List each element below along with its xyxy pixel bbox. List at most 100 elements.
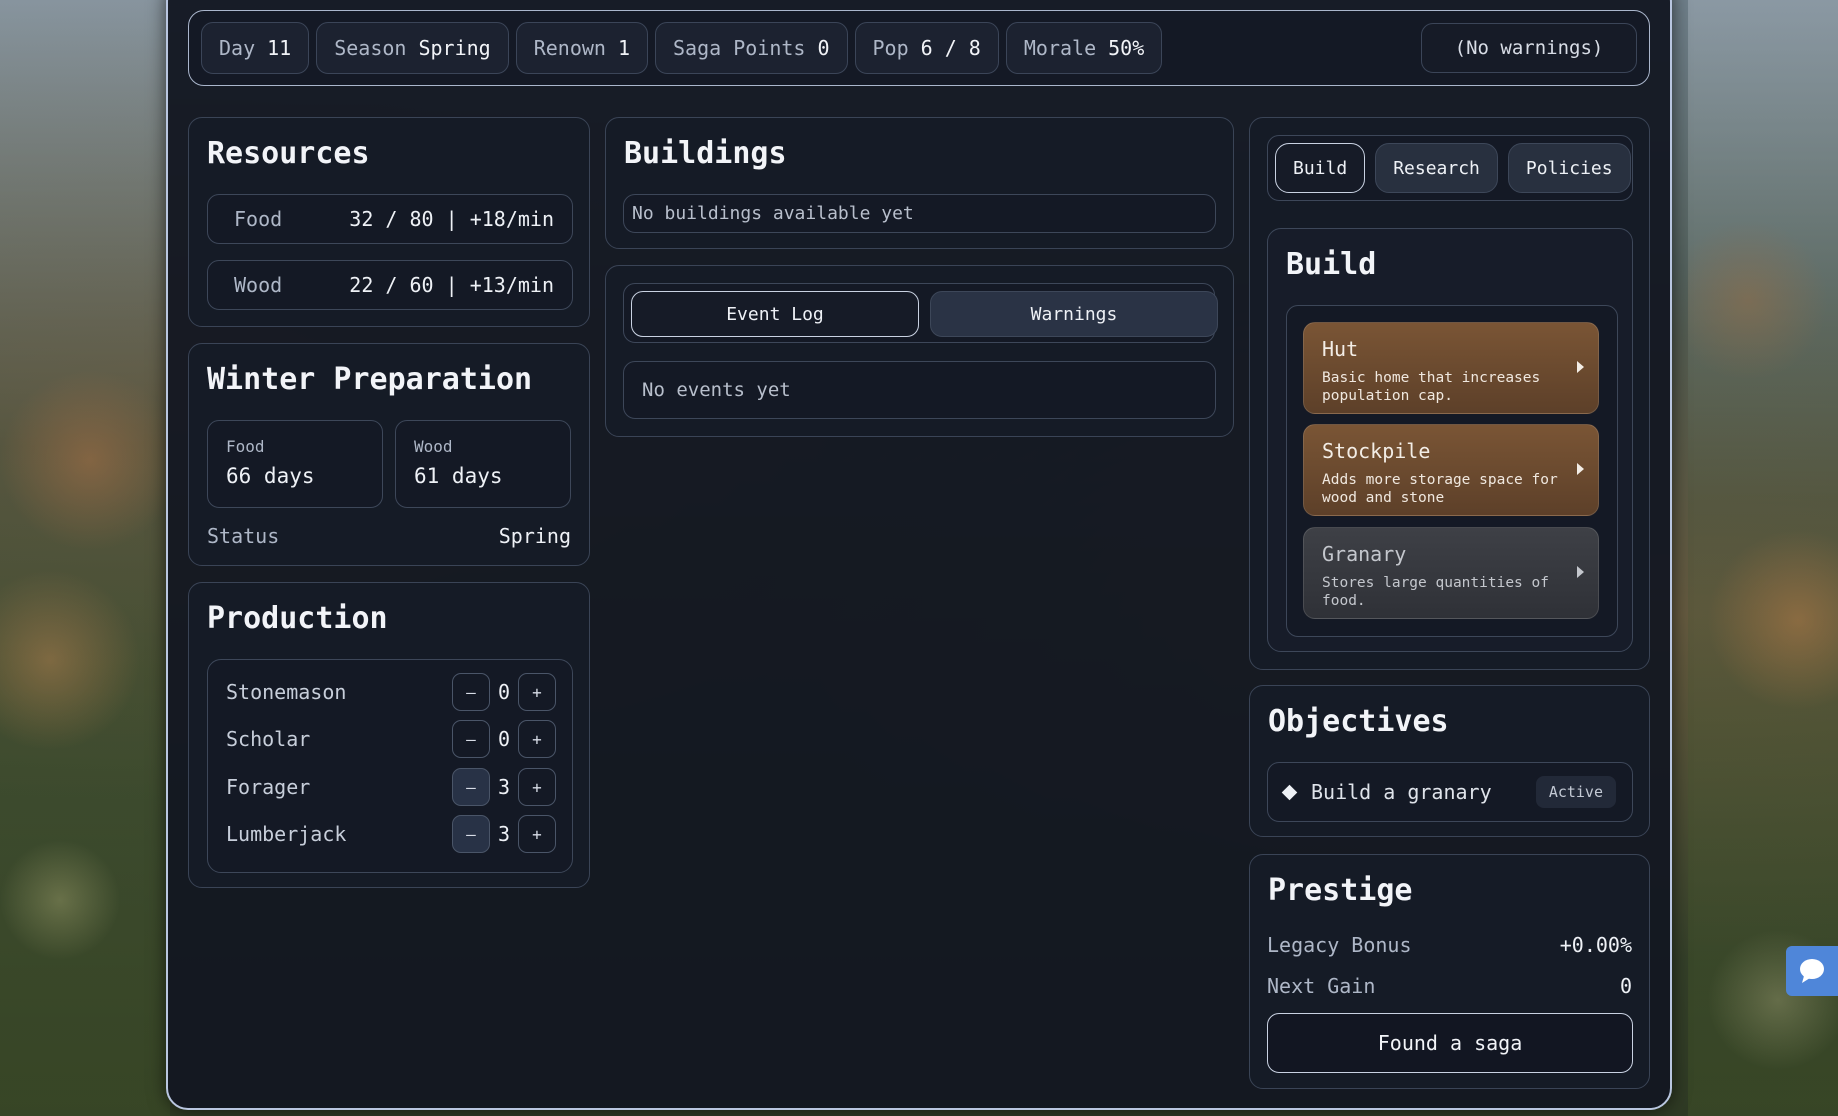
build-item-hut[interactable]: Hut Basic home that increases population…: [1303, 322, 1599, 414]
buildings-panel: Buildings No buildings available yet: [605, 117, 1234, 249]
log-tab-bar: Event Log Warnings: [623, 283, 1218, 343]
stat-value: 6 / 8: [920, 36, 981, 60]
warnings-indicator[interactable]: (No warnings): [1421, 23, 1637, 73]
worker-label: Lumberjack: [226, 822, 347, 846]
tab-event-log[interactable]: Event Log: [631, 291, 919, 337]
resource-value: 32 / 80 | +18/min: [349, 207, 554, 231]
next-gain-label: Next Gain: [1267, 974, 1376, 998]
build-item-description: Stores large quantities of food.: [1322, 575, 1549, 609]
build-item-granary[interactable]: Granary Stores large quantities of food.: [1303, 527, 1599, 619]
prestige-panel: Prestige Legacy Bonus +0.00% Next Gain 0…: [1249, 854, 1650, 1089]
decrement-button[interactable]: –: [452, 815, 490, 853]
objective-item: Build a granary Active: [1267, 762, 1633, 822]
resource-label: Wood: [234, 273, 283, 297]
worker-count: 0: [497, 727, 511, 751]
event-log-empty-message: No events yet: [623, 361, 1216, 419]
winter-card-wood: Wood 61 days: [395, 420, 571, 508]
panel-title: Production: [207, 601, 388, 636]
objective-label: Build a granary: [1311, 780, 1492, 804]
stat-value: Spring: [418, 36, 491, 60]
resource-value: 22 / 60 | +13/min: [349, 273, 554, 297]
stat-day: Day 11: [201, 22, 310, 74]
chevron-right-icon: [1577, 361, 1584, 373]
panel-title: Prestige: [1268, 873, 1413, 908]
production-panel: Production Stonemason – 0 + Scholar – 0 …: [188, 582, 590, 888]
stat-value: 50%: [1108, 36, 1145, 60]
panel-title: Objectives: [1268, 704, 1449, 739]
build-item-description: Adds more storage space for wood and sto…: [1322, 472, 1558, 506]
worker-count: 0: [497, 680, 511, 704]
status-value: Spring: [498, 524, 571, 548]
build-item-stockpile[interactable]: Stockpile Adds more storage space for wo…: [1303, 424, 1599, 516]
stat-value: 1: [617, 36, 631, 60]
stat-label: Pop: [872, 36, 909, 60]
increment-button[interactable]: +: [518, 673, 556, 711]
production-row-scholar: Scholar – 0 +: [226, 720, 556, 758]
diamond-icon: [1281, 784, 1298, 800]
stat-morale: Morale 50%: [1005, 22, 1163, 74]
build-item-name: Hut: [1322, 337, 1359, 361]
stat-renown: Renown 1: [515, 22, 649, 74]
status-label: Status: [207, 524, 280, 548]
increment-button[interactable]: +: [518, 815, 556, 853]
objectives-panel: Objectives Build a granary Active: [1249, 685, 1650, 837]
worker-stepper: – 0 +: [452, 673, 556, 711]
build-list: Hut Basic home that increases population…: [1286, 305, 1618, 637]
build-item-name: Stockpile: [1322, 439, 1431, 463]
build-item-name: Granary: [1322, 542, 1407, 566]
tab-policies[interactable]: Policies: [1507, 143, 1631, 193]
worker-stepper: – 3 +: [452, 815, 556, 853]
winter-status-row: Status Spring: [207, 524, 571, 548]
tab-build[interactable]: Build: [1275, 143, 1366, 193]
worker-label: Stonemason: [226, 680, 347, 704]
winter-card-value: 66 days: [226, 464, 315, 488]
build-section: Build Hut Basic home that increases popu…: [1267, 228, 1633, 652]
resource-row-food: Food 32 / 80 | +18/min: [207, 194, 573, 244]
stat-population: Pop 6 / 8: [854, 22, 999, 74]
increment-button[interactable]: +: [518, 768, 556, 806]
worker-stepper: – 3 +: [452, 768, 556, 806]
worker-label: Scholar: [226, 727, 311, 751]
stat-saga-points: Saga Points 0: [655, 22, 848, 74]
event-log-panel: Event Log Warnings No events yet: [605, 265, 1234, 437]
resource-row-wood: Wood 22 / 60 | +13/min: [207, 260, 573, 310]
panel-title: Resources: [207, 136, 370, 171]
next-gain-row: Next Gain 0: [1267, 974, 1632, 998]
chevron-right-icon: [1577, 566, 1584, 578]
chat-button[interactable]: [1786, 946, 1838, 996]
resources-panel: Resources Food 32 / 80 | +18/min Wood 22…: [188, 117, 590, 327]
winter-card-label: Food: [226, 437, 265, 456]
stat-season: Season Spring: [316, 22, 509, 74]
found-saga-button[interactable]: Found a saga: [1267, 1013, 1633, 1073]
winter-card-value: 61 days: [414, 464, 503, 488]
chevron-right-icon: [1577, 463, 1584, 475]
increment-button[interactable]: +: [518, 720, 556, 758]
stat-value: 11: [267, 36, 292, 60]
stat-label: Renown: [533, 36, 606, 60]
worker-count: 3: [497, 775, 511, 799]
worker-stepper: – 0 +: [452, 720, 556, 758]
production-row-stonemason: Stonemason – 0 +: [226, 673, 556, 711]
tab-warnings[interactable]: Warnings: [930, 291, 1218, 337]
legacy-bonus-label: Legacy Bonus: [1267, 933, 1412, 957]
production-row-lumberjack: Lumberjack – 3 +: [226, 815, 556, 853]
winter-card-food: Food 66 days: [207, 420, 383, 508]
stat-label: Season: [334, 36, 407, 60]
legacy-bonus-row: Legacy Bonus +0.00%: [1267, 933, 1632, 957]
decrement-button[interactable]: –: [452, 768, 490, 806]
next-gain-value: 0: [1619, 974, 1632, 998]
winter-card-label: Wood: [414, 437, 453, 456]
decrement-button[interactable]: –: [452, 720, 490, 758]
production-row-forager: Forager – 3 +: [226, 768, 556, 806]
objective-status-badge: Active: [1535, 776, 1616, 808]
worker-count: 3: [497, 822, 511, 846]
panel-title: Winter Preparation: [207, 362, 533, 397]
tab-research[interactable]: Research: [1375, 143, 1498, 193]
stat-value: 0: [817, 36, 830, 60]
production-list: Stonemason – 0 + Scholar – 0 + Forager –…: [207, 659, 573, 873]
panel-title: Buildings: [624, 136, 787, 171]
status-bar: Day 11 Season Spring Renown 1 Saga Point…: [188, 10, 1650, 86]
decrement-button[interactable]: –: [452, 673, 490, 711]
winter-preparation-panel: Winter Preparation Food 66 days Wood 61 …: [188, 343, 590, 566]
right-tab-bar: Build Research Policies: [1267, 135, 1633, 201]
